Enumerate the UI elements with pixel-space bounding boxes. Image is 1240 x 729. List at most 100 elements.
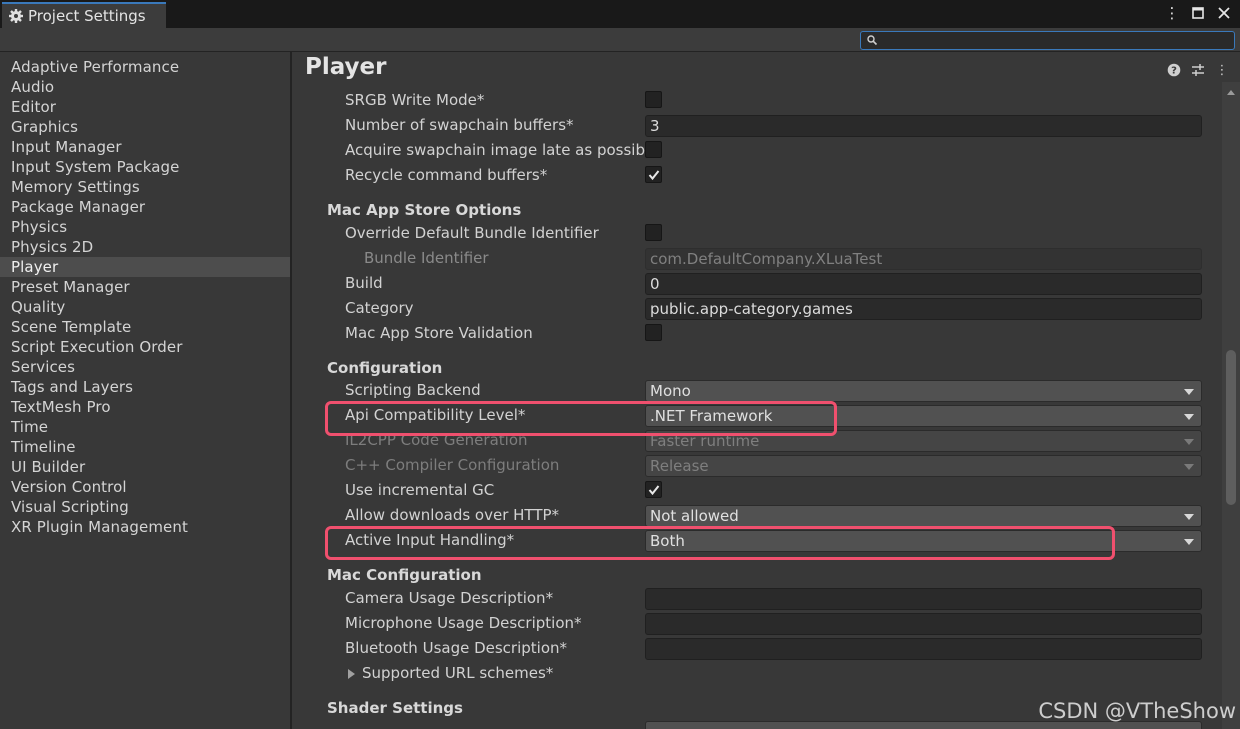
preset-sliders-icon[interactable]	[1190, 62, 1206, 78]
section-header-shader-settings: Shader Settings	[327, 699, 463, 717]
sidebar-item-time[interactable]: Time	[0, 417, 290, 437]
setting-label: SRGB Write Mode*	[345, 91, 485, 109]
microphone-usage-field[interactable]	[645, 613, 1202, 635]
sidebar-item-script-execution-order[interactable]: Script Execution Order	[0, 337, 290, 357]
section-header-mac-configuration: Mac Configuration	[327, 566, 482, 584]
tab-title: Project Settings	[28, 7, 146, 25]
section-header-mac-app-store-options: Mac App Store Options	[327, 201, 522, 219]
setting-label: Use incremental GC	[345, 481, 495, 499]
vertical-scrollbar[interactable]	[1222, 82, 1240, 729]
category-field[interactable]: public.app-category.games	[645, 298, 1202, 320]
setting-row-url-schemes[interactable]: Supported URL schemes*	[294, 662, 1222, 687]
sidebar-item-xr-plugin-management[interactable]: XR Plugin Management	[0, 517, 290, 537]
setting-row-recycle-command-buffers: Recycle command buffers*	[294, 164, 1222, 189]
gear-icon	[9, 9, 23, 23]
use-incremental-gc-checkbox[interactable]	[645, 481, 662, 498]
dropdown-arrow-icon	[1184, 539, 1194, 545]
build-field[interactable]: 0	[645, 273, 1202, 295]
setting-row-override-bundle-id: Override Default Bundle Identifier	[294, 222, 1222, 247]
sidebar-item-adaptive-performance[interactable]: Adaptive Performance	[0, 57, 290, 77]
mac-app-store-validation-checkbox[interactable]	[645, 324, 662, 341]
dropdown-arrow-icon	[1184, 439, 1194, 445]
scripting-backend-dropdown[interactable]: Mono	[645, 380, 1202, 402]
sidebar-item-graphics[interactable]: Graphics	[0, 117, 290, 137]
more-options-icon[interactable]: ⋮	[1164, 4, 1180, 22]
setting-row-microphone-usage: Microphone Usage Description*	[294, 612, 1222, 637]
more-options-icon[interactable]: ⋮	[1214, 62, 1230, 78]
sidebar-item-package-manager[interactable]: Package Manager	[0, 197, 290, 217]
sidebar-item-scene-template[interactable]: Scene Template	[0, 317, 290, 337]
sidebar-item-tags-and-layers[interactable]: Tags and Layers	[0, 377, 290, 397]
title-bar: Project Settings ⋮	[0, 0, 1240, 28]
setting-label: Build	[345, 274, 383, 292]
setting-row-srgb-write-mode: SRGB Write Mode*	[294, 89, 1222, 114]
srgb-write-mode-checkbox[interactable]	[645, 91, 662, 108]
setting-label: Camera Usage Description*	[345, 589, 554, 607]
sidebar-item-textmesh-pro[interactable]: TextMesh Pro	[0, 397, 290, 417]
setting-row-build: Build 0	[294, 272, 1222, 297]
setting-label: Acquire swapchain image late as possible…	[345, 141, 645, 159]
setting-label: Microphone Usage Description*	[345, 614, 582, 632]
setting-label: Bundle Identifier	[364, 249, 489, 267]
sidebar-item-physics-2d[interactable]: Physics 2D	[0, 237, 290, 257]
checkmark-icon	[648, 485, 660, 496]
foldout-arrow-icon[interactable]	[348, 669, 355, 679]
search-input[interactable]	[860, 31, 1235, 50]
watermark: CSDN @VTheShow	[1038, 699, 1236, 723]
sidebar-item-services[interactable]: Services	[0, 357, 290, 377]
setting-label: Number of swapchain buffers*	[345, 116, 574, 134]
setting-row-category: Category public.app-category.games	[294, 297, 1222, 322]
setting-label: Allow downloads over HTTP*	[345, 506, 560, 524]
sidebar-item-preset-manager[interactable]: Preset Manager	[0, 277, 290, 297]
acquire-swapchain-late-checkbox[interactable]	[645, 141, 662, 158]
recycle-command-buffers-checkbox[interactable]	[645, 166, 662, 183]
highlight-box-api-level	[325, 401, 837, 436]
section-header-configuration: Configuration	[327, 359, 443, 377]
sidebar-item-version-control[interactable]: Version Control	[0, 477, 290, 497]
setting-label: Bluetooth Usage Description*	[345, 639, 568, 657]
dropdown-arrow-icon	[1184, 464, 1194, 470]
cpp-compiler-configuration-dropdown: Release	[645, 455, 1202, 477]
setting-label: Recycle command buffers*	[345, 166, 548, 184]
setting-label: Category	[345, 299, 414, 317]
setting-row-mac-app-store-validation: Mac App Store Validation	[294, 322, 1222, 347]
sidebar-item-visual-scripting[interactable]: Visual Scripting	[0, 497, 290, 517]
setting-label: C++ Compiler Configuration	[345, 456, 560, 474]
toolbar	[0, 28, 1240, 52]
override-bundle-id-checkbox[interactable]	[645, 224, 662, 241]
setting-row-cpp-compiler-configuration: C++ Compiler Configuration Release	[294, 454, 1222, 479]
sidebar-item-player[interactable]: Player	[0, 257, 290, 277]
bundle-identifier-field: com.DefaultCompany.XLuaTest	[645, 248, 1202, 270]
sidebar-item-audio[interactable]: Audio	[0, 77, 290, 97]
scroll-thumb[interactable]	[1226, 350, 1236, 505]
sidebar-item-ui-builder[interactable]: UI Builder	[0, 457, 290, 477]
highlight-box-input-handling	[325, 526, 1115, 560]
svg-text:?: ?	[1171, 66, 1177, 77]
camera-usage-field[interactable]	[645, 588, 1202, 610]
dropdown-value: Mono	[650, 382, 691, 400]
page-title: Player	[305, 54, 387, 80]
sidebar-item-input-manager[interactable]: Input Manager	[0, 137, 290, 157]
scroll-up-icon[interactable]	[1227, 90, 1235, 95]
help-icon[interactable]: ?	[1166, 62, 1182, 78]
dropdown-arrow-icon	[1184, 414, 1194, 420]
setting-row-camera-usage: Camera Usage Description*	[294, 587, 1222, 612]
maximize-icon[interactable]	[1190, 4, 1206, 22]
setting-label: Mac App Store Validation	[345, 324, 533, 342]
tab-project-settings[interactable]: Project Settings	[2, 2, 166, 28]
sidebar-item-physics[interactable]: Physics	[0, 217, 290, 237]
setting-label: Supported URL schemes*	[362, 664, 554, 682]
sidebar-item-timeline[interactable]: Timeline	[0, 437, 290, 457]
sidebar-item-quality[interactable]: Quality	[0, 297, 290, 317]
swapchain-buffers-field[interactable]: 3	[645, 115, 1202, 137]
sidebar-item-editor[interactable]: Editor	[0, 97, 290, 117]
search-icon	[867, 35, 878, 46]
settings-content: SRGB Write Mode* Number of swapchain buf…	[294, 82, 1222, 729]
bluetooth-usage-field[interactable]	[645, 638, 1202, 660]
sidebar-item-memory-settings[interactable]: Memory Settings	[0, 177, 290, 197]
setting-label: Scripting Backend	[345, 381, 481, 399]
setting-label: Override Default Bundle Identifier	[345, 224, 599, 242]
allow-downloads-http-dropdown[interactable]: Not allowed	[645, 505, 1202, 527]
sidebar-item-input-system-package[interactable]: Input System Package	[0, 157, 290, 177]
close-icon[interactable]	[1216, 4, 1232, 22]
